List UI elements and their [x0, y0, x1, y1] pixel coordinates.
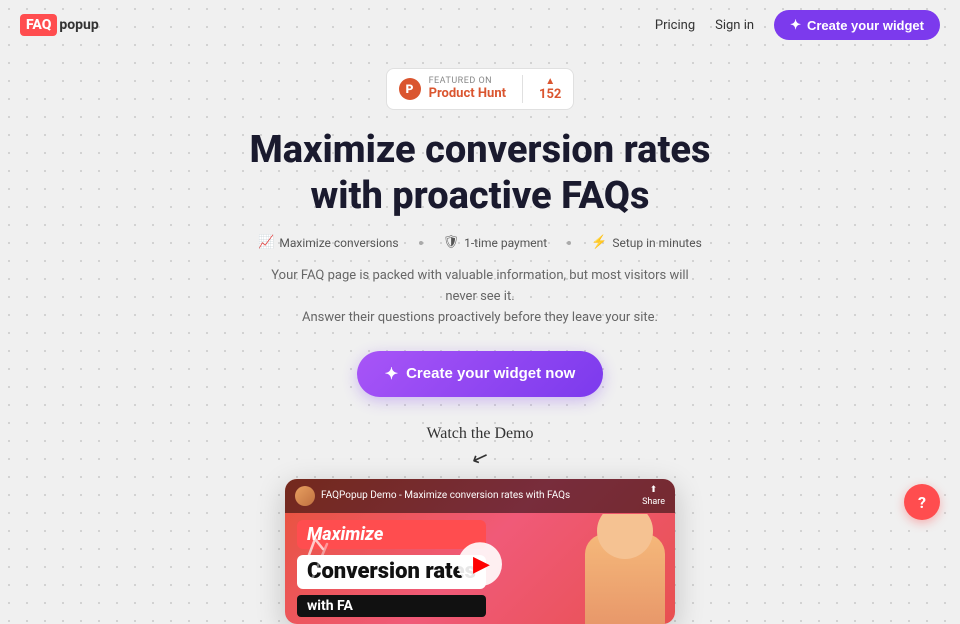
demo-arrow-icon: ↙ — [468, 442, 492, 470]
signin-link[interactable]: Sign in — [715, 18, 754, 33]
logo-faq: FAQ — [20, 14, 57, 36]
shield-icon: 🛡 — [443, 235, 460, 250]
video-share-button[interactable]: ⬆ Share — [642, 485, 665, 507]
share-label: Share — [642, 497, 665, 507]
hero-subtitle: Your FAQ page is packed with valuable in… — [265, 266, 695, 328]
arrows-decoration — [295, 529, 335, 593]
feature-setup: ⚡ Setup in minutes — [591, 235, 702, 250]
maximize-icon: 📈 — [258, 235, 274, 250]
feature-conversions: 📈 Maximize conversions — [258, 235, 398, 250]
feature-pills: 📈 Maximize conversions 🛡 1-time payment … — [258, 235, 702, 250]
nav-create-widget-button[interactable]: ✦ Create your widget — [774, 10, 940, 40]
hero-cta-button[interactable]: ✦ Create your widget now — [357, 351, 604, 397]
feature-payment: 🛡 1-time payment — [443, 235, 548, 250]
ph-name-label: Product Hunt — [429, 87, 506, 101]
logo-popup: popup — [59, 17, 98, 33]
cta-icon: ✦ — [385, 364, 398, 384]
ph-up-arrow-icon: ▲ — [545, 76, 555, 87]
lightning-icon: ⚡ — [591, 235, 607, 250]
cta-label: Create your widget now — [406, 365, 575, 382]
feature-conversions-label: Maximize conversions — [279, 236, 398, 250]
ph-logo-icon: P — [399, 78, 421, 100]
watch-demo-section: Watch the Demo ↙ — [426, 425, 533, 469]
video-avatar — [295, 486, 315, 506]
video-title-text: FAQPopup Demo - Maximize conversion rate… — [321, 490, 570, 501]
video-play-button[interactable]: ▶ — [458, 542, 502, 586]
help-button[interactable]: ? — [904, 484, 940, 520]
headline-line1: Maximize conversion rates — [249, 128, 710, 172]
feature-payment-label: 1-time payment — [464, 236, 547, 250]
video-person — [565, 514, 675, 624]
nav-right: Pricing Sign in ✦ Create your widget — [655, 10, 940, 40]
video-header: FAQPopup Demo - Maximize conversion rate… — [285, 479, 675, 513]
video-tag-faq: with FA — [297, 595, 486, 617]
pricing-link[interactable]: Pricing — [655, 18, 695, 33]
ph-vote-count: ▲ 152 — [539, 76, 561, 102]
hero-headline: Maximize conversion rates with proactive… — [249, 128, 710, 219]
headline-line2: with proactive FAQs — [310, 174, 649, 218]
video-thumbnail[interactable]: FAQPopup Demo - Maximize conversion rate… — [285, 479, 675, 624]
nav-cta-icon: ✦ — [790, 17, 801, 33]
ph-divider — [522, 75, 523, 103]
product-hunt-badge[interactable]: P FEATURED ON Product Hunt ▲ 152 — [386, 68, 575, 110]
feature-setup-label: Setup in minutes — [612, 236, 701, 250]
help-icon: ? — [918, 493, 926, 512]
feature-dot-1 — [419, 241, 423, 245]
nav-cta-label: Create your widget — [807, 18, 924, 33]
subtitle-line1: Your FAQ page is packed with valuable in… — [271, 268, 688, 304]
feature-dot-2 — [567, 241, 571, 245]
share-icon: ⬆ — [650, 485, 658, 495]
watch-demo-label: Watch the Demo — [426, 425, 533, 443]
play-icon: ▶ — [473, 552, 490, 577]
navbar: FAQ popup Pricing Sign in ✦ Create your … — [0, 0, 960, 50]
logo[interactable]: FAQ popup — [20, 14, 99, 36]
video-header-left: FAQPopup Demo - Maximize conversion rate… — [295, 486, 570, 506]
ph-number: 152 — [539, 87, 561, 102]
ph-text: FEATURED ON Product Hunt — [429, 77, 506, 101]
subtitle-line2: Answer their questions proactively befor… — [302, 310, 658, 325]
main-content: P FEATURED ON Product Hunt ▲ 152 Maximiz… — [0, 50, 960, 624]
